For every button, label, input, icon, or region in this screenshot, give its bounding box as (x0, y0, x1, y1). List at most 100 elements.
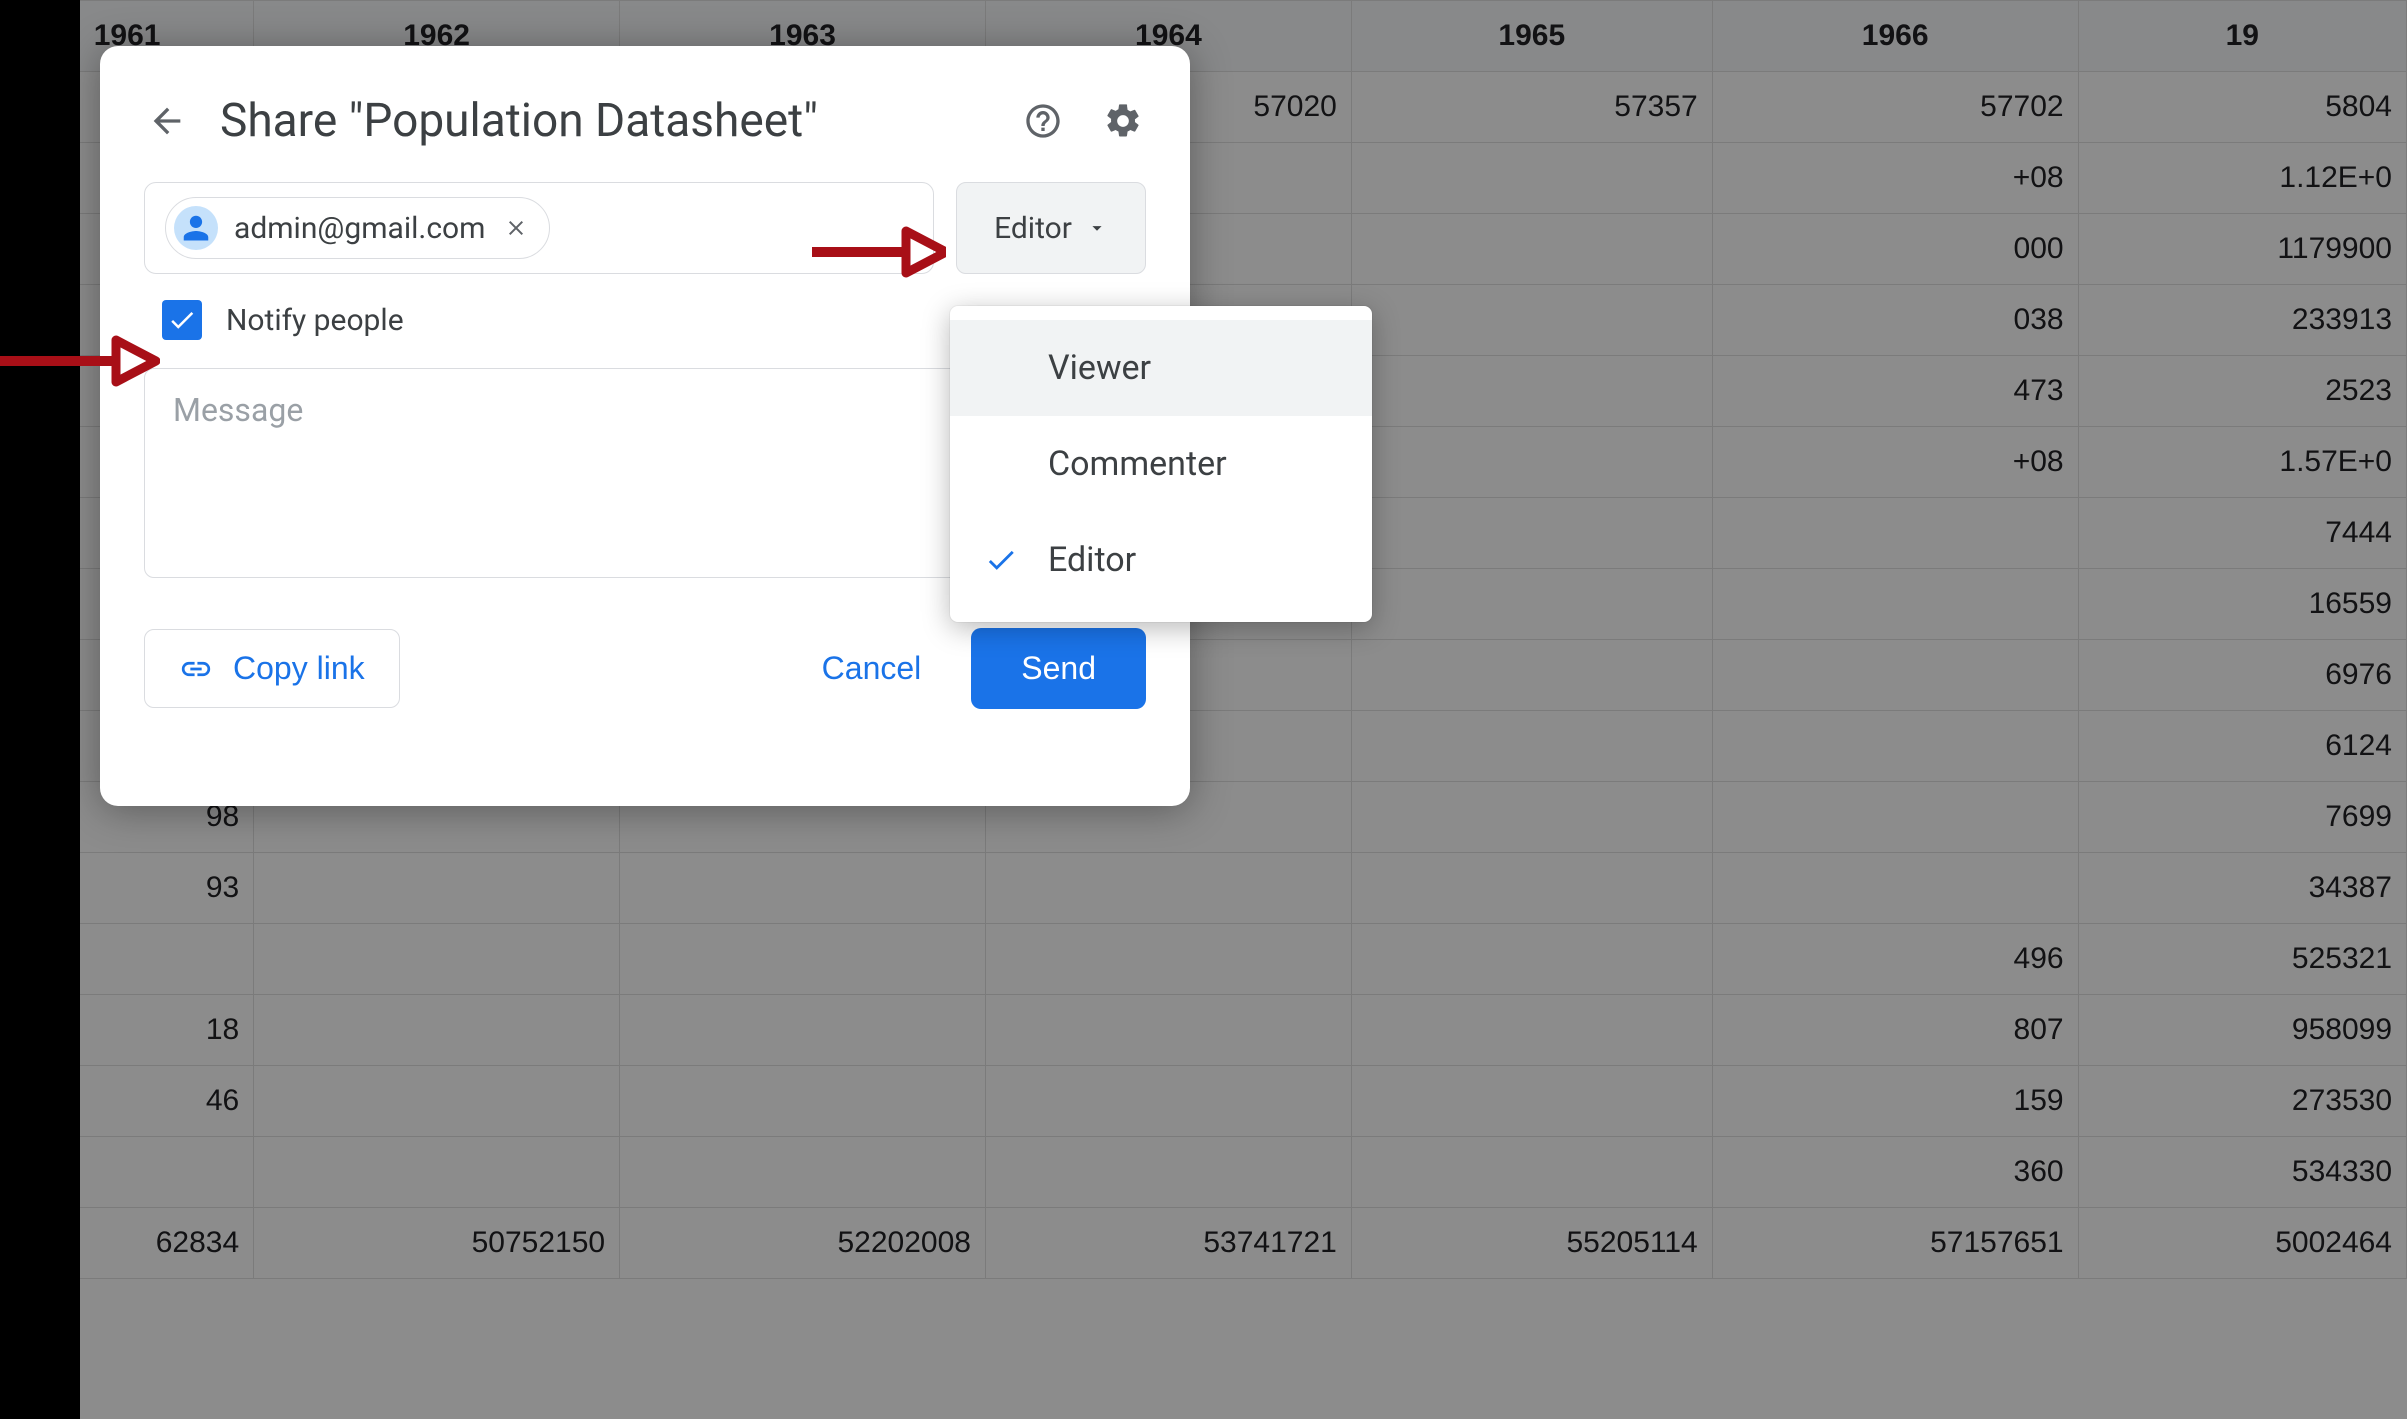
role-option-label: Editor (1048, 540, 1332, 580)
settings-button[interactable] (1100, 98, 1146, 144)
cell: 000 (1712, 214, 2078, 285)
cell (1712, 498, 2078, 569)
caret-down-icon (1086, 217, 1108, 239)
gear-icon (1103, 101, 1143, 141)
cell (1351, 498, 1712, 569)
table-row: 46159273530 (1, 1066, 2407, 1137)
cell (620, 924, 986, 995)
cell (1712, 569, 2078, 640)
cell (985, 995, 1351, 1066)
cell (1351, 924, 1712, 995)
cell: 496 (1712, 924, 2078, 995)
cell (1712, 853, 2078, 924)
table-row: 18807958099 (1, 995, 2407, 1066)
cell: 57702 (1712, 72, 2078, 143)
cell: 473 (1712, 356, 2078, 427)
help-button[interactable] (1020, 98, 1066, 144)
cell (620, 853, 986, 924)
cell (1712, 782, 2078, 853)
cell: 34387 (2078, 853, 2406, 924)
cell: 7444 (2078, 498, 2406, 569)
role-option-label: Commenter (1048, 444, 1332, 484)
cell (1351, 1137, 1712, 1208)
cell: 273530 (2078, 1066, 2406, 1137)
table-row: 496525321 (1, 924, 2407, 995)
cell: +08 (1712, 427, 2078, 498)
checkmark-icon (980, 543, 1022, 577)
cell: 50752150 (254, 1208, 620, 1279)
column-header: 19 (2078, 1, 2406, 72)
recipient-email: admin@gmail.com (234, 211, 485, 246)
cell: 534330 (2078, 1137, 2406, 1208)
dialog-title: Share "Population Datasheet" (220, 94, 990, 148)
cell (1351, 427, 1712, 498)
cell (1712, 640, 2078, 711)
cell: 1.12E+0 (2078, 143, 2406, 214)
cell: 233913 (2078, 285, 2406, 356)
cell: 2523 (2078, 356, 2406, 427)
header-actions (1020, 98, 1146, 144)
recipient-row: admin@gmail.com Editor (144, 182, 1146, 274)
dialog-header: Share "Population Datasheet" (144, 94, 1146, 148)
column-header: 1966 (1712, 1, 2078, 72)
cell (1351, 995, 1712, 1066)
cell: +08 (1712, 143, 2078, 214)
close-icon (504, 216, 528, 240)
remove-recipient-button[interactable] (501, 213, 531, 243)
cell (1351, 143, 1712, 214)
cell: 5804 (2078, 72, 2406, 143)
cell (254, 853, 620, 924)
cell (985, 853, 1351, 924)
cell: 52202008 (620, 1208, 986, 1279)
recipient-chip[interactable]: admin@gmail.com (165, 197, 550, 259)
cell: 6976 (2078, 640, 2406, 711)
cell (1351, 782, 1712, 853)
cell (254, 1066, 620, 1137)
cell: 525321 (2078, 924, 2406, 995)
left-black-gutter (0, 0, 80, 1419)
notify-label: Notify people (226, 303, 404, 338)
cancel-button[interactable]: Cancel (792, 630, 952, 707)
cell (1351, 711, 1712, 782)
send-button[interactable]: Send (971, 628, 1146, 709)
cell (1351, 640, 1712, 711)
cell: 807 (1712, 995, 2078, 1066)
cell (1351, 356, 1712, 427)
cell: 159 (1712, 1066, 2078, 1137)
avatar-icon (174, 206, 218, 250)
cell: 16559 (2078, 569, 2406, 640)
recipient-input[interactable]: admin@gmail.com (144, 182, 934, 274)
cell: 53741721 (985, 1208, 1351, 1279)
checkmark-icon (167, 305, 197, 335)
cell (254, 995, 620, 1066)
cell (1351, 853, 1712, 924)
cell: 1179900 (2078, 214, 2406, 285)
arrow-left-icon (147, 101, 187, 141)
cell (985, 1066, 1351, 1137)
cell: 7699 (2078, 782, 2406, 853)
notify-checkbox[interactable] (162, 300, 202, 340)
copy-link-button[interactable]: Copy link (144, 629, 400, 708)
cell: 55205114 (1351, 1208, 1712, 1279)
cell (254, 924, 620, 995)
cell (1351, 285, 1712, 356)
role-option-viewer[interactable]: Viewer (950, 320, 1372, 416)
cell: 57357 (1351, 72, 1712, 143)
role-dropdown-menu: Viewer Commenter Editor (950, 306, 1372, 622)
role-option-commenter[interactable]: Commenter (950, 416, 1372, 512)
cell: 6124 (2078, 711, 2406, 782)
role-selected-label: Editor (994, 211, 1072, 246)
column-header: 1965 (1351, 1, 1712, 72)
cell: 1.57E+0 (2078, 427, 2406, 498)
role-option-label: Viewer (1048, 348, 1332, 388)
role-dropdown-button[interactable]: Editor (956, 182, 1146, 274)
cell (1712, 711, 2078, 782)
cell (1351, 214, 1712, 285)
back-button[interactable] (144, 98, 190, 144)
cell (620, 995, 986, 1066)
table-row: 9334387 (1, 853, 2407, 924)
cell: 57157651 (1712, 1208, 2078, 1279)
cell (254, 1137, 620, 1208)
table-row: 360534330 (1, 1137, 2407, 1208)
role-option-editor[interactable]: Editor (950, 512, 1372, 608)
